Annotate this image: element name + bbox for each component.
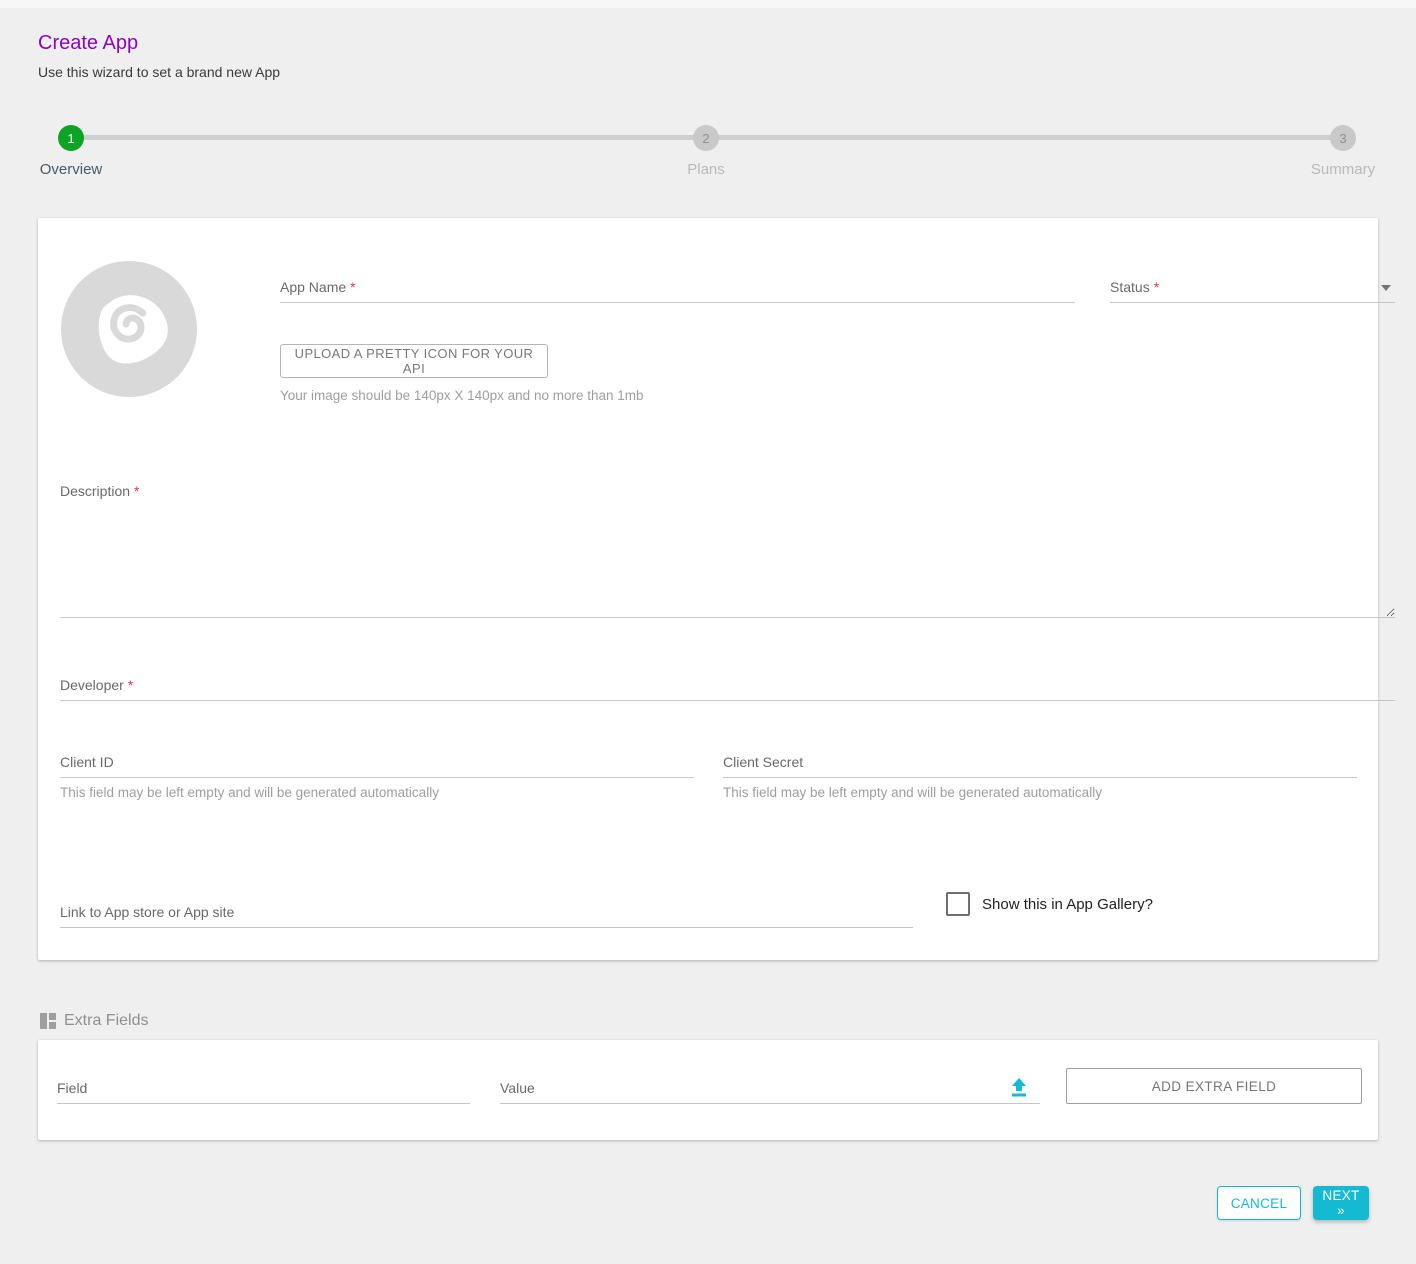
step-1-label: Overview [0, 161, 151, 178]
description-label: Description* [60, 483, 139, 499]
page-subtitle: Use this wizard to set a brand new App [38, 64, 280, 80]
description-textarea[interactable] [60, 508, 1395, 618]
extra-field-value-field: Value [500, 1073, 1040, 1104]
extra-fields-section-header: Extra Fields [40, 1012, 148, 1030]
app-gallery-checkbox-row[interactable]: Show this in App Gallery? [946, 892, 1153, 916]
upload-icon[interactable] [1010, 1078, 1028, 1097]
grid-icon [40, 1013, 56, 1029]
client-secret-hint: This field may be left empty and will be… [723, 785, 1102, 800]
status-select-input[interactable] [1110, 275, 1395, 302]
app-gallery-checkbox-label[interactable]: Show this in App Gallery? [982, 896, 1153, 913]
overview-form-card: App Name* Status* UPLOAD A PRETTY ICON F… [38, 218, 1378, 960]
client-secret-field: Client Secret [723, 750, 1357, 778]
extra-field-name-field: Field [57, 1073, 470, 1104]
app-link-input[interactable] [60, 900, 913, 927]
client-secret-input[interactable] [723, 750, 1357, 777]
app-link-field: Link to App store or App site [60, 900, 913, 928]
client-id-field: Client ID [60, 750, 694, 778]
next-button[interactable]: NEXT » [1313, 1186, 1369, 1220]
cancel-button[interactable]: CANCEL [1217, 1186, 1301, 1220]
app-name-field: App Name* [280, 275, 1075, 303]
step-3-number: 3 [1339, 131, 1346, 146]
step-2-circle[interactable]: 2 [693, 125, 719, 151]
step-2-label: Plans [626, 161, 786, 178]
app-name-input[interactable] [280, 275, 1075, 302]
app-logo-placeholder-icon [60, 260, 198, 398]
extra-field-value-input[interactable] [500, 1073, 1040, 1103]
extra-fields-card: Field Value ADD EXTRA FIELD [38, 1040, 1378, 1140]
client-id-hint: This field may be left empty and will be… [60, 785, 439, 800]
extra-field-name-input[interactable] [57, 1073, 470, 1103]
step-1-number: 1 [67, 131, 74, 146]
step-2-number: 2 [702, 131, 709, 146]
step-3-label: Summary [1263, 161, 1416, 178]
page-title: Create App [38, 32, 138, 55]
client-id-input[interactable] [60, 750, 694, 777]
upload-icon-button[interactable]: UPLOAD A PRETTY ICON FOR YOUR API [280, 344, 548, 378]
status-field[interactable]: Status* [1110, 275, 1395, 303]
developer-input[interactable] [60, 673, 1395, 700]
extra-fields-section-title: Extra Fields [64, 1012, 148, 1030]
top-strip [0, 0, 1416, 8]
step-3-circle[interactable]: 3 [1330, 125, 1356, 151]
step-1-circle[interactable]: 1 [58, 125, 84, 151]
app-gallery-checkbox[interactable] [946, 892, 970, 916]
developer-field: Developer* [60, 673, 1395, 701]
add-extra-field-button[interactable]: ADD EXTRA FIELD [1066, 1068, 1362, 1104]
upload-hint-text: Your image should be 140px X 140px and n… [280, 388, 644, 403]
